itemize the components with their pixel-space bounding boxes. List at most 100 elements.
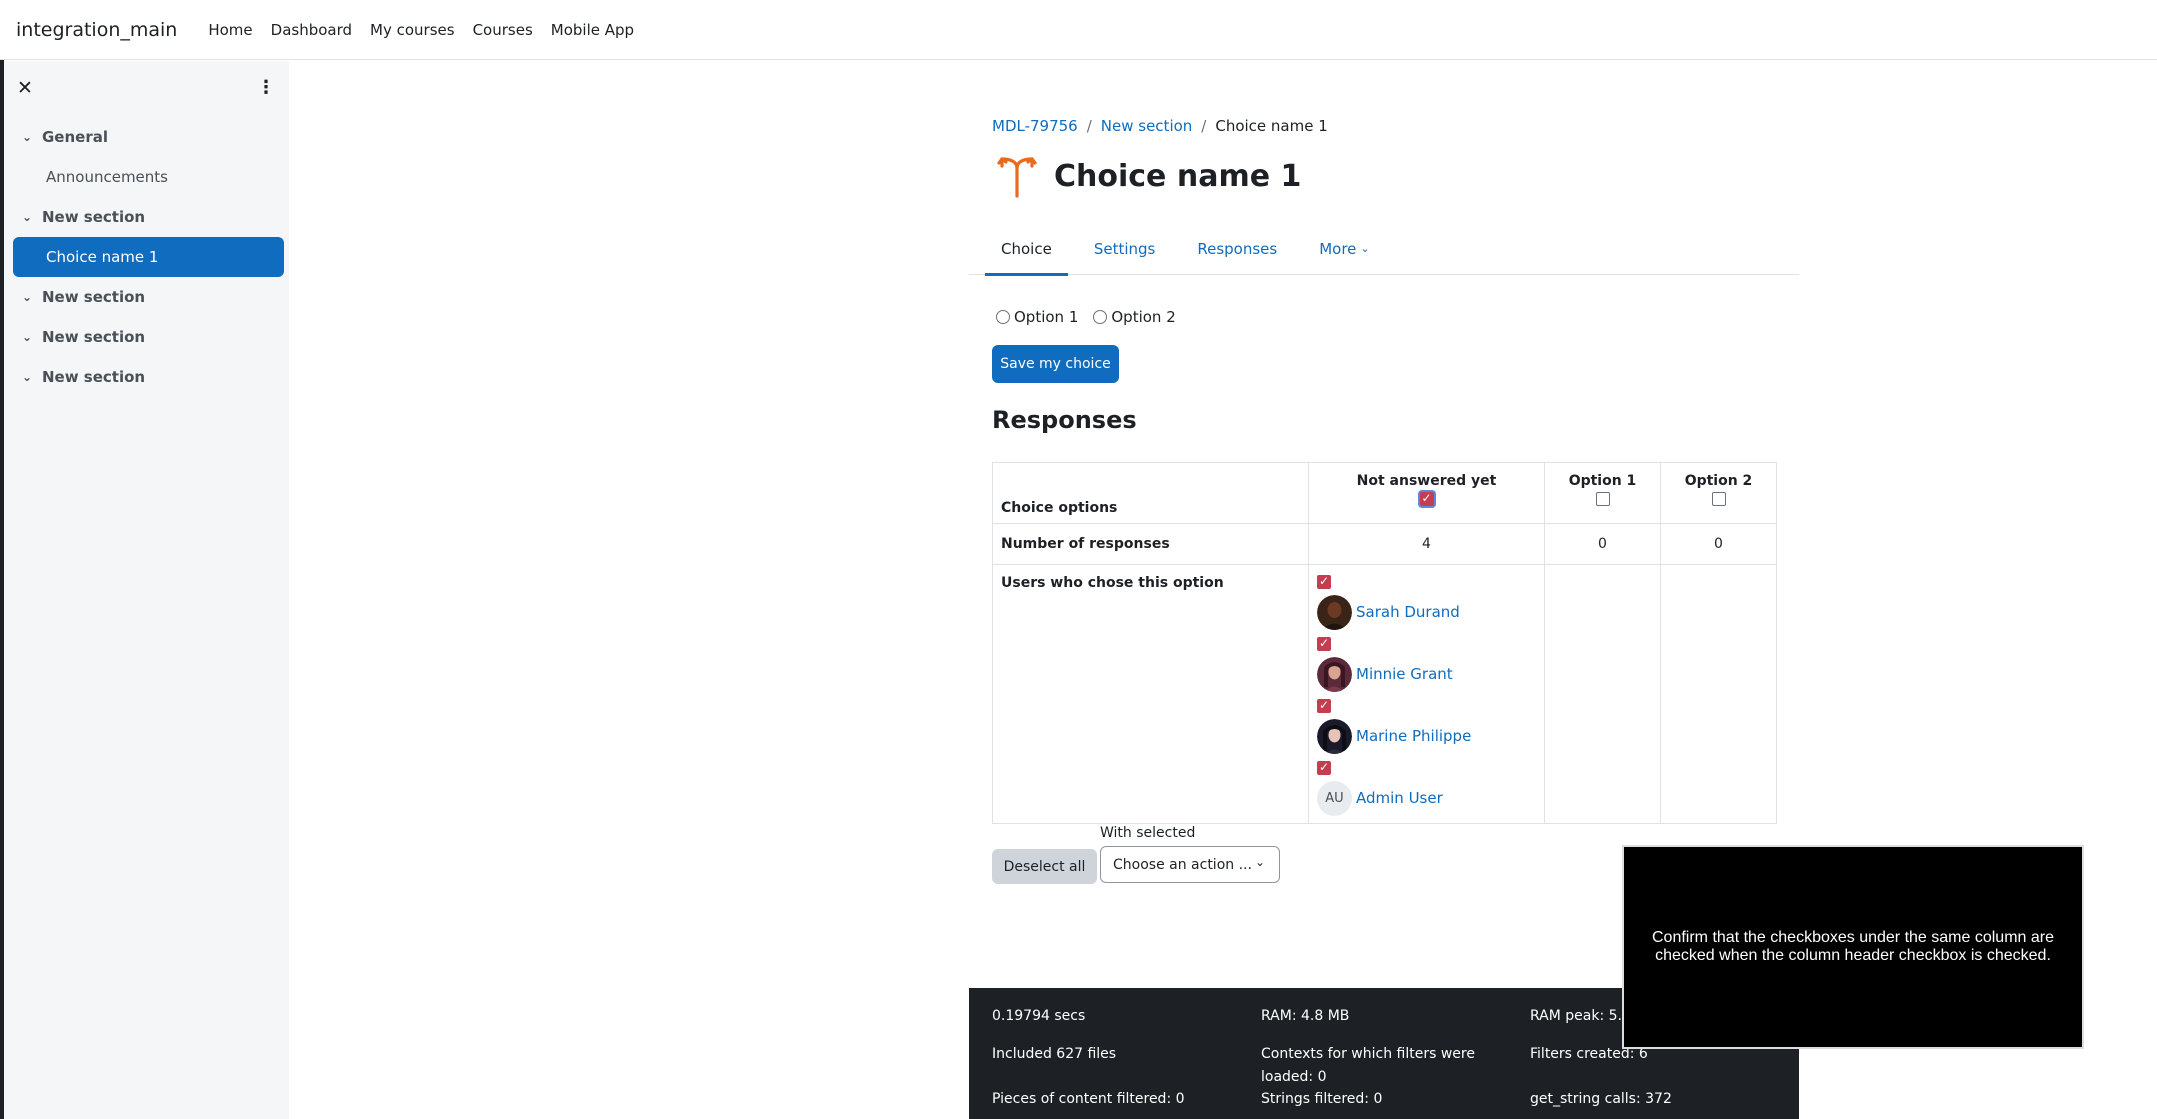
option-1-radio[interactable] (996, 310, 1010, 324)
perf-time: 0.19794 secs (992, 1008, 1086, 1024)
nav-my-courses[interactable]: My courses (361, 21, 464, 39)
user-link[interactable]: Sarah Durand (1356, 603, 1460, 621)
secondary-navigation: Choice Settings Responses More ⌄ (969, 222, 1799, 276)
choice-icon (997, 157, 1037, 198)
perf-ram: RAM: 4.8 MB (1261, 1008, 1350, 1024)
section-label: New section (42, 328, 146, 346)
avatar: AU (1317, 780, 1352, 816)
breadcrumb-current: Choice name 1 (1215, 117, 1328, 135)
user-entry: Minnie Grant (1309, 636, 1544, 693)
breadcrumb: MDL-79756 / New section / Choice name 1 (992, 117, 1328, 135)
with-selected-label: With selected (1100, 825, 1196, 841)
user-checkbox[interactable] (1317, 760, 1331, 775)
perf-contexts: Contexts for which filters were (1261, 1046, 1475, 1062)
perf-get-string: get_string calls: 372 (1530, 1091, 1672, 1107)
nav-home[interactable]: Home (199, 21, 261, 39)
row-header-users: Users who chose this option (992, 564, 1309, 824)
nav-courses[interactable]: Courses (464, 21, 542, 39)
chevron-down-icon[interactable]: ⌄ (22, 210, 42, 224)
avatar (1317, 718, 1352, 754)
avatar (1317, 594, 1352, 630)
section-new-section-2[interactable]: ⌄ New section (4, 277, 289, 317)
section-label: General (42, 128, 108, 146)
table-row: Users who chose this option Sarah Durand (992, 564, 1777, 824)
user-link[interactable]: Marine Philippe (1356, 727, 1471, 745)
choice-options: Option 1 Option 2 (996, 308, 1191, 326)
chevron-down-icon[interactable]: ⌄ (22, 330, 42, 344)
user-checkbox[interactable] (1317, 574, 1331, 589)
nav-mobile-app[interactable]: Mobile App (542, 21, 643, 39)
breadcrumb-separator: / (1086, 117, 1092, 135)
user-entry: Marine Philippe (1309, 698, 1544, 755)
tab-choice[interactable]: Choice (985, 222, 1068, 276)
action-select[interactable]: Choose an action ... ⌄ (1100, 846, 1280, 883)
perf-contexts-cont: loaded: 0 (1261, 1069, 1327, 1085)
section-general[interactable]: ⌄ General (4, 117, 289, 157)
user-checkbox[interactable] (1317, 636, 1331, 651)
site-brand[interactable]: integration_main (16, 19, 177, 41)
row-header-number-of-responses: Number of responses (992, 523, 1309, 565)
column-header-label: Option 1 (1568, 473, 1637, 489)
user-link[interactable]: Admin User (1356, 789, 1443, 807)
chevron-down-icon[interactable]: ⌄ (22, 370, 42, 384)
tab-more-label: More (1319, 239, 1357, 258)
section-new-section-4[interactable]: ⌄ New section (4, 357, 289, 397)
perf-strings: Strings filtered: 0 (1261, 1091, 1383, 1107)
section-label: New section (42, 288, 146, 306)
user-entry: Sarah Durand (1309, 574, 1544, 631)
column-select-all-checkbox[interactable] (1595, 492, 1610, 506)
course-index-drawer: ✕ ⋮ ⌄ General Announcements ⌄ New sectio… (4, 61, 289, 1119)
primary-navigation: Home Dashboard My courses Courses Mobile… (199, 21, 643, 39)
user-entry: AU Admin User (1309, 760, 1544, 817)
chevron-down-icon[interactable]: ⌄ (22, 130, 42, 144)
breadcrumb-course[interactable]: MDL-79756 (992, 117, 1078, 135)
column-select-all-checkbox[interactable] (1711, 492, 1726, 506)
drawer-header: ✕ ⋮ (4, 61, 289, 117)
tab-settings[interactable]: Settings (1078, 222, 1172, 275)
deselect-all-button[interactable]: Deselect all (992, 849, 1097, 884)
option-2-radio[interactable] (1093, 310, 1108, 324)
perf-filtered: Pieces of content filtered: 0 (992, 1091, 1185, 1107)
column-not-answered: Not answered yet (1308, 462, 1545, 524)
column-select-all-checkbox[interactable] (1419, 491, 1434, 506)
tab-responses[interactable]: Responses (1181, 222, 1293, 275)
user-link[interactable]: Minnie Grant (1356, 665, 1453, 683)
response-count: 4 (1308, 523, 1545, 565)
breadcrumb-separator: / (1201, 117, 1207, 135)
section-label: New section (42, 208, 146, 226)
tab-more[interactable]: More ⌄ (1303, 222, 1385, 275)
section-new-section-3[interactable]: ⌄ New section (4, 317, 289, 357)
user-checkbox[interactable] (1317, 698, 1331, 713)
perf-files: Included 627 files (992, 1046, 1117, 1062)
responses-table: Choice options Not answered yet Option 1… (992, 462, 1777, 824)
breadcrumb-section[interactable]: New section (1101, 117, 1193, 135)
instruction-overlay: Confirm that the checkboxes under the sa… (1622, 845, 2084, 1049)
nav-dashboard[interactable]: Dashboard (262, 21, 361, 39)
option-2[interactable]: Option 2 (1093, 308, 1176, 326)
table-row: Number of responses 4 0 0 (992, 523, 1777, 565)
response-count: 0 (1544, 523, 1661, 565)
activity-announcements[interactable]: Announcements (4, 157, 289, 197)
response-count: 0 (1660, 523, 1777, 565)
close-icon[interactable]: ✕ (17, 77, 33, 99)
kebab-icon[interactable]: ⋮ (257, 77, 275, 98)
column-header-label: Not answered yet (1356, 473, 1497, 489)
column-option-1: Option 1 (1544, 462, 1661, 524)
perf-ram-peak: RAM peak: 5.8 (1530, 1008, 1631, 1024)
responses-heading: Responses (992, 406, 1137, 434)
table-row: Choice options Not answered yet Option 1… (992, 462, 1777, 524)
users-cell-option-2 (1660, 564, 1777, 824)
column-option-2: Option 2 (1660, 462, 1777, 524)
section-new-section-1[interactable]: ⌄ New section (4, 197, 289, 237)
activity-choice-name-1[interactable]: Choice name 1 (13, 237, 284, 277)
option-1[interactable]: Option 1 (996, 308, 1078, 326)
row-header-choice-options: Choice options (992, 462, 1309, 524)
page-title: Choice name 1 (1054, 158, 1302, 194)
page-header: Choice name 1 (997, 154, 1301, 198)
save-my-choice-button[interactable]: Save my choice (992, 345, 1119, 383)
chevron-down-icon[interactable]: ⌄ (22, 290, 42, 304)
users-cell-not-answered: Sarah Durand Minnie Grant (1308, 564, 1545, 824)
users-cell-option-1 (1544, 564, 1661, 824)
option-2-label: Option 2 (1111, 308, 1176, 326)
option-1-label: Option 1 (1014, 308, 1079, 326)
